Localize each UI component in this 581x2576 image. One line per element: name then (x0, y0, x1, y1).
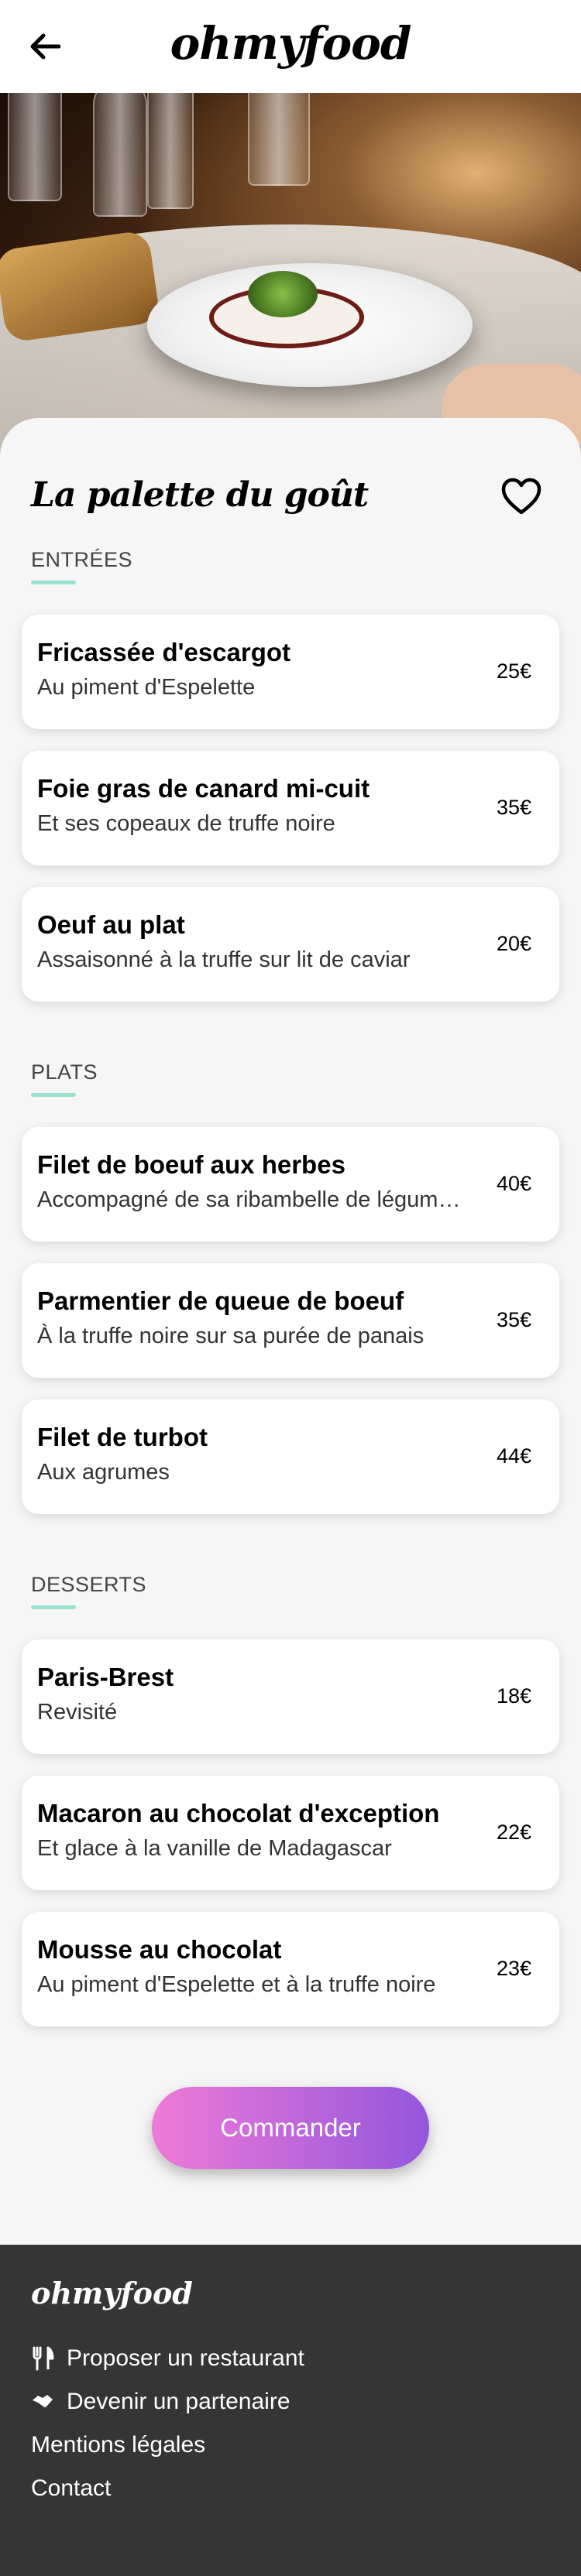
dish-name: Macaron au chocolat d'exception (37, 1799, 440, 1828)
dish-name: Oeuf au plat (37, 910, 185, 939)
restaurant-menu-card: La palette du goût ENTRÉES Fricassée d'e… (0, 418, 581, 2245)
wine-glass-image (248, 93, 310, 186)
dish-card[interactable]: Foie gras de canard mi-cuit Et ses copea… (22, 751, 559, 865)
dish-price: 25€ (496, 659, 531, 683)
dish-description: Aux agrumes (37, 1460, 170, 1485)
dish-card[interactable]: Paris-Brest Revisité 18€ (22, 1639, 559, 1754)
footer-link-label: Contact (31, 2475, 112, 2501)
heart-icon[interactable] (500, 477, 542, 516)
dish-description: Et ses copeaux de truffe noire (37, 811, 335, 836)
handshake-icon (31, 2389, 54, 2414)
dish-card[interactable]: Fricassée d'escargot Au piment d'Espelet… (22, 615, 559, 729)
wine-glass-image (147, 93, 194, 209)
dish-card[interactable]: Macaron au chocolat d'exception Et glace… (22, 1776, 559, 1890)
dish-card[interactable]: Mousse au chocolat Au piment d'Espelette… (22, 1912, 559, 2026)
dish-description: Accompagné de sa ribambelle de légum… (37, 1187, 461, 1212)
dish-card[interactable]: Oeuf au plat Assaisonné à la truffe sur … (22, 887, 559, 1002)
dish-name: Mousse au chocolat (37, 1935, 282, 1964)
footer-link-label: Mentions légales (31, 2432, 206, 2458)
dish-card[interactable]: Parmentier de queue de boeuf À la truffe… (22, 1263, 559, 1378)
section-title-desserts: DESSERTS (31, 1573, 147, 1596)
dish-name: Parmentier de queue de boeuf (37, 1286, 404, 1315)
utensils-icon (31, 2346, 54, 2371)
wine-glass-image (93, 93, 147, 217)
dish-price: 22€ (496, 1821, 531, 1844)
dish-name: Fricassée d'escargot (37, 638, 291, 666)
dish-description: Revisité (37, 1700, 118, 1725)
food-garnish (248, 271, 318, 317)
footer-logo[interactable]: ohmyfood (31, 2276, 193, 2311)
section-title-plats: PLATS (31, 1060, 98, 1084)
dish-name: Foie gras de canard mi-cuit (37, 774, 370, 803)
dish-price: 18€ (496, 1684, 531, 1708)
wine-glass-image (8, 93, 62, 201)
dish-description: Au piment d'Espelette (37, 675, 256, 700)
dish-card[interactable]: Filet de boeuf aux herbes Accompagné de … (22, 1127, 559, 1242)
section-title-entrees: ENTRÉES (31, 548, 133, 571)
footer-link-become-partner[interactable]: Devenir un partenaire (31, 2389, 290, 2415)
dish-price: 40€ (496, 1172, 531, 1195)
dish-price: 23€ (496, 1957, 531, 1980)
dish-price: 35€ (496, 796, 531, 819)
footer-link-label: Proposer un restaurant (67, 2345, 304, 2371)
dish-price: 20€ (496, 932, 531, 955)
footer-link-contact[interactable]: Contact (31, 2475, 111, 2502)
app-header: ohmyfood (0, 0, 581, 93)
dish-description: À la truffe noire sur sa purée de panais (37, 1324, 425, 1348)
dish-name: Paris-Brest (37, 1663, 174, 1691)
dish-description: Au piment d'Espelette et à la truffe noi… (37, 1972, 436, 1997)
order-button[interactable]: Commander (152, 2087, 429, 2169)
restaurant-hero-image (0, 93, 581, 457)
footer-link-label: Devenir un partenaire (67, 2389, 290, 2414)
dish-description: Assaisonné à la truffe sur lit de caviar (37, 947, 411, 972)
footer-link-propose-restaurant[interactable]: Proposer un restaurant (31, 2345, 304, 2372)
footer-link-legal[interactable]: Mentions légales (31, 2432, 205, 2458)
footer: ohmyfood Proposer un restaurant Devenir … (0, 2245, 581, 2576)
dish-price: 35€ (496, 1308, 531, 1331)
app-logo[interactable]: ohmyfood (0, 17, 581, 70)
dish-price: 44€ (496, 1444, 531, 1468)
restaurant-name: La palette du goût (31, 475, 369, 515)
restaurant-title-row: La palette du goût (31, 464, 542, 526)
section-underline (31, 1605, 76, 1609)
dish-description: Et glace à la vanille de Madagascar (37, 1836, 392, 1861)
dish-name: Filet de boeuf aux herbes (37, 1150, 346, 1179)
dish-name: Filet de turbot (37, 1423, 208, 1451)
dish-card[interactable]: Filet de turbot Aux agrumes 44€ (22, 1399, 559, 1514)
section-underline (31, 1093, 76, 1097)
section-underline (31, 581, 76, 584)
